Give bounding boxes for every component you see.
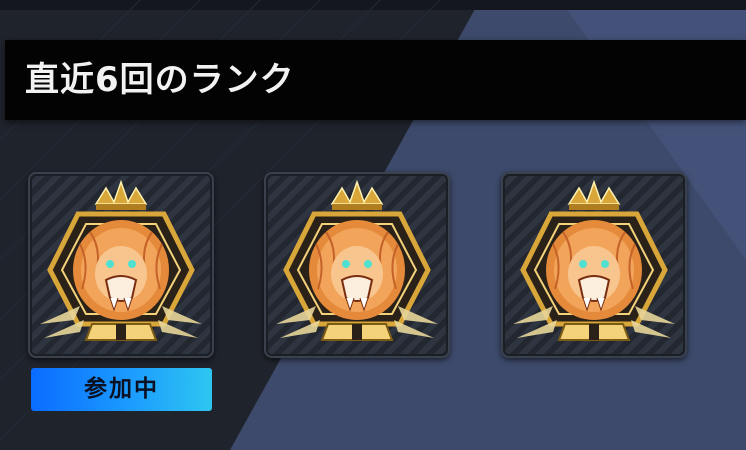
rank-card-3[interactable] [501,172,687,358]
page-title: 直近6回のランク [25,60,295,100]
rank-card-2[interactable] [264,172,450,358]
participating-badge: 参加中 [31,368,212,411]
header-bar: 直近6回のランク [5,40,746,120]
rank-card-1[interactable] [28,172,214,358]
lion-crown-rank-emblem-icon [513,179,675,341]
lion-crown-rank-emblem-icon [276,179,438,341]
lion-crown-rank-emblem-icon [40,179,202,341]
